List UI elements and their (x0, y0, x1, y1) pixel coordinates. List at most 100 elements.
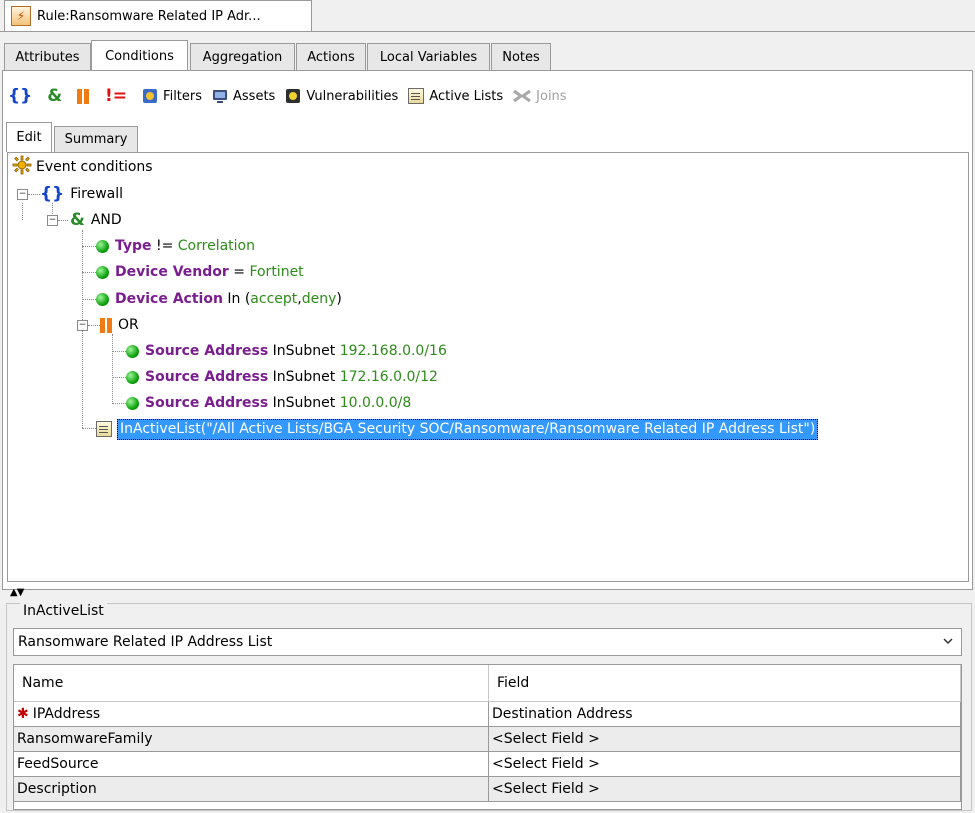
table-row-field[interactable]: <Select Field > (489, 727, 961, 752)
tree-line (82, 246, 96, 247)
condition-op: != (155, 238, 174, 254)
tree-line (82, 428, 96, 429)
condition-op: = (233, 264, 245, 280)
active-lists-label: Active Lists (429, 88, 504, 104)
filter-icon (142, 88, 158, 104)
tree-line (88, 325, 100, 326)
condition-source-address[interactable]: Source Address InSubnet 172.16.0.0/12 (126, 366, 438, 388)
active-list-select-value: Ransomware Related IP Address List (18, 634, 273, 650)
vulnerability-icon (285, 88, 301, 104)
tab-local-variables[interactable]: Local Variables (367, 43, 490, 70)
subtab-edit[interactable]: Edit (6, 122, 52, 152)
and-icon: & (47, 86, 63, 106)
condition-value: accept (250, 291, 298, 307)
add-group-button[interactable]: {} (8, 86, 37, 106)
table-row-field[interactable]: <Select Field > (489, 777, 961, 802)
subtab-summary[interactable]: Summary (54, 126, 138, 152)
table-row-name[interactable]: ✱ IPAddress (14, 702, 489, 727)
tree-node-firewall[interactable]: {} Firewall (40, 183, 123, 205)
tree-root[interactable]: Event conditions (12, 155, 153, 179)
condition-device-action[interactable]: Device Action In (accept, deny) (96, 288, 342, 310)
tree-node-and[interactable]: & AND (70, 209, 122, 231)
joins-label: Joins (536, 88, 567, 104)
tab-actions[interactable]: Actions (296, 43, 366, 70)
condition-op: InSubnet (272, 343, 336, 359)
condition-source-address[interactable]: Source Address InSubnet 192.168.0.0/16 (126, 340, 447, 362)
filters-label: Filters (163, 88, 203, 104)
condition-value: deny (301, 291, 337, 307)
condition-close: ) (336, 291, 342, 307)
condition-op: In ( (227, 291, 251, 307)
collapse-toggle-or[interactable]: − (77, 320, 88, 331)
chevron-down-icon[interactable] (942, 635, 954, 651)
condition-field: Device Action (115, 291, 223, 307)
or-icon (77, 88, 90, 104)
tree-node-and-label: AND (90, 212, 122, 228)
main-tabs: Attributes Conditions Aggregation Action… (0, 31, 975, 72)
condition-field: Source Address (145, 343, 269, 359)
active-list-select[interactable]: Ransomware Related IP Address List (13, 628, 962, 656)
condition-dot-icon (96, 239, 109, 253)
column-header-field[interactable]: Field (489, 665, 961, 702)
tab-notes[interactable]: Notes (491, 43, 551, 70)
tree-line (28, 194, 40, 195)
condition-value: 172.16.0.0/12 (339, 369, 438, 385)
add-and-button[interactable]: & (47, 86, 67, 106)
table-row-name[interactable]: Description (14, 777, 489, 802)
add-not-button[interactable]: != (105, 86, 132, 106)
splitter-arrows-icon[interactable]: ▲▼ (10, 587, 24, 598)
table-row-name[interactable]: RansomwareFamily (14, 727, 489, 752)
condition-toolbar: {} & != Filters Assets Vulnerabilities A… (8, 82, 577, 110)
rule-editor-tab[interactable]: ⚡ Rule:Ransomware Related IP Adr... (4, 0, 312, 31)
condition-dot-icon (126, 396, 139, 410)
condition-field: Device Vendor (115, 264, 229, 280)
vulnerabilities-button[interactable]: Vulnerabilities (285, 88, 398, 104)
tree-line (58, 220, 68, 221)
condition-dot-icon (126, 370, 139, 384)
asset-icon (212, 88, 228, 104)
or-icon (100, 317, 112, 333)
table-row-name[interactable]: FeedSource (14, 752, 489, 777)
condition-dot-icon (126, 344, 139, 358)
joins-button[interactable]: Joins (513, 88, 567, 104)
tree-line (112, 403, 126, 404)
condition-source-address[interactable]: Source Address InSubnet 10.0.0.0/8 (126, 392, 411, 414)
tree-line (82, 272, 96, 273)
assets-label: Assets (233, 88, 276, 104)
condition-op: InSubnet (272, 369, 336, 385)
tree-line (112, 377, 126, 378)
condition-in-active-list[interactable]: InActiveList("/All Active Lists/BGA Secu… (96, 418, 819, 440)
tab-conditions[interactable]: Conditions (91, 40, 188, 71)
group-legend: InActiveList (20, 603, 107, 619)
condition-type[interactable]: Type != Correlation (96, 235, 255, 257)
assets-button[interactable]: Assets (212, 88, 275, 104)
condition-dot-icon (96, 265, 109, 279)
condition-field: Type (115, 238, 152, 254)
tree-node-or[interactable]: OR (100, 314, 139, 336)
event-conditions-icon (12, 155, 32, 179)
filters-button[interactable]: Filters (142, 88, 202, 104)
active-list-icon (408, 88, 425, 104)
and-icon: & (70, 210, 85, 230)
rule-title: Rule:Ransomware Related IP Adr... (37, 8, 261, 24)
condition-field: Source Address (145, 395, 269, 411)
tree-node-or-label: OR (118, 317, 139, 333)
tree-node-firewall-label: Firewall (70, 186, 124, 202)
table-row-field[interactable]: Destination Address (489, 702, 961, 727)
active-list-icon (96, 421, 112, 437)
table-row-field[interactable]: <Select Field > (489, 752, 961, 777)
row-name-text: IPAddress (32, 706, 101, 722)
active-lists-button[interactable]: Active Lists (408, 88, 503, 104)
column-header-name[interactable]: Name (14, 665, 489, 702)
condition-op: InSubnet (272, 395, 336, 411)
group-braces-icon: {} (40, 184, 65, 204)
condition-field: Source Address (145, 369, 269, 385)
collapse-toggle-and[interactable]: − (47, 215, 58, 226)
not-equal-icon: != (105, 86, 128, 106)
tab-aggregation[interactable]: Aggregation (190, 43, 295, 70)
condition-device-vendor[interactable]: Device Vendor = Fortinet (96, 261, 304, 283)
collapse-toggle-firewall[interactable]: − (17, 189, 28, 200)
tab-attributes[interactable]: Attributes (4, 43, 91, 70)
vulnerabilities-label: Vulnerabilities (306, 88, 399, 104)
add-or-button[interactable] (77, 88, 95, 104)
